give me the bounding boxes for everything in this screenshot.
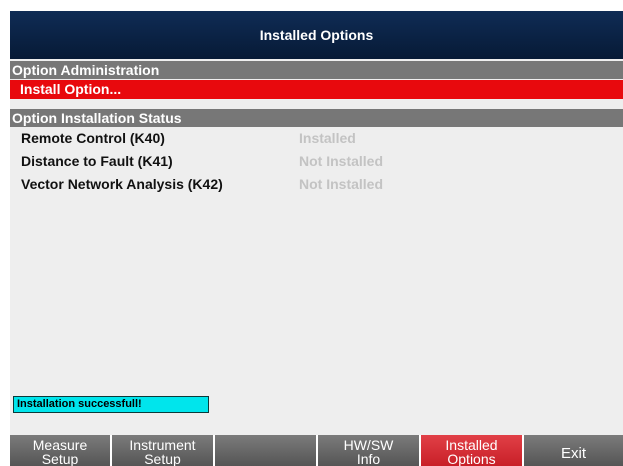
install-option-item[interactable]: Install Option...	[10, 80, 623, 99]
softkey-installed-options[interactable]: Installed Options	[421, 435, 522, 466]
option-name: Remote Control (K40)	[21, 130, 165, 146]
option-status: Not Installed	[299, 153, 384, 169]
softkey-label-line1: Measure	[32, 437, 88, 453]
softkey-label-line1: HW/SW	[343, 437, 394, 453]
softkey-label-line2: Info	[356, 451, 381, 466]
softkey-label-line2: Setup	[144, 451, 181, 466]
softkey-instrument-setup[interactable]: Instrument Setup	[112, 435, 213, 466]
instrument-screen: Installed Options Option Administration …	[10, 11, 623, 466]
option-name: Vector Network Analysis (K42)	[21, 176, 223, 192]
section-option-administration: Option Administration	[10, 61, 623, 79]
softkey-label-line1: Installed	[445, 437, 498, 453]
option-row-k41: Distance to Fault (K41) Not Installed	[10, 151, 623, 171]
softkey-measure-setup[interactable]: Measure Setup	[10, 435, 110, 466]
window-title: Installed Options	[10, 11, 623, 59]
softkey-exit[interactable]: Exit	[524, 435, 623, 466]
option-name: Distance to Fault (K41)	[21, 153, 173, 169]
option-row-k40: Remote Control (K40) Installed	[10, 128, 623, 148]
softkey-blank[interactable]	[215, 435, 316, 466]
option-status: Not Installed	[299, 176, 384, 192]
section-option-installation-status: Option Installation Status	[10, 109, 623, 127]
softkey-label-line2: Options	[447, 451, 496, 466]
softkey-hw-sw-info[interactable]: HW/SW Info	[318, 435, 419, 466]
softkey-label-line1: Instrument	[129, 437, 196, 453]
softkey-label-line2: Setup	[41, 451, 79, 466]
option-status: Installed	[299, 130, 356, 146]
softkey-bar: Measure Setup Instrument Setup HW/SW Inf…	[10, 435, 623, 466]
softkey-label-line1: Exit	[560, 444, 586, 462]
option-row-k42: Vector Network Analysis (K42) Not Instal…	[10, 174, 623, 194]
status-message: Installation successfull!	[13, 396, 209, 413]
